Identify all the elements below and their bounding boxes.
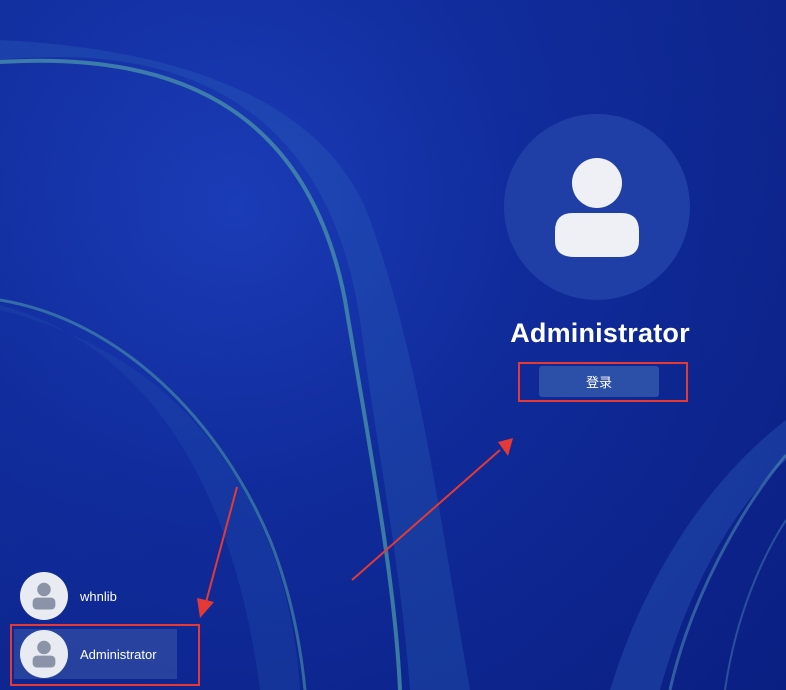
person-icon	[32, 582, 56, 610]
user-item-label: whnlib	[80, 588, 117, 604]
person-icon	[32, 640, 56, 668]
main-user-name: Administrator	[510, 318, 690, 348]
lock-screen: Administrator 登录 whnlib Administrator	[0, 0, 786, 690]
user-avatar	[20, 630, 68, 678]
person-icon	[555, 158, 639, 257]
user-item-whnlib[interactable]: whnlib	[14, 571, 199, 621]
user-item-administrator[interactable]: Administrator	[14, 629, 177, 679]
login-button[interactable]: 登录	[539, 366, 659, 397]
user-avatar	[20, 572, 68, 620]
main-user-avatar	[504, 114, 690, 300]
user-item-label: Administrator	[80, 646, 157, 662]
